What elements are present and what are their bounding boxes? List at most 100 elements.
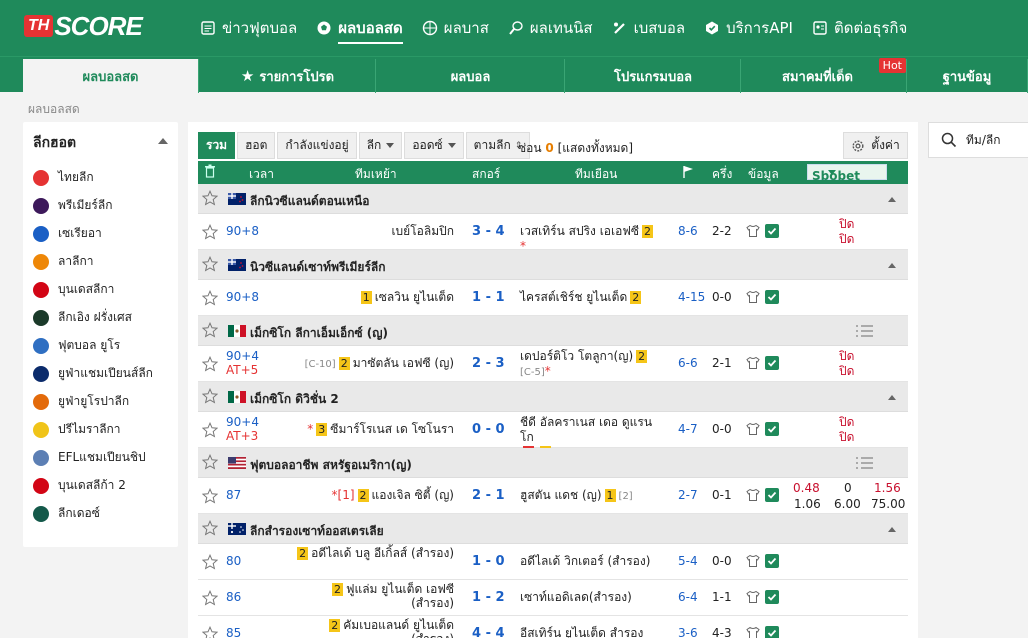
collapse-caret-icon[interactable] xyxy=(888,263,896,268)
league-name[interactable]: เม็กซิโก ลีกาเอ็มเอ็กซ์ (ญ) xyxy=(250,324,388,343)
sidebar-league-item[interactable]: ยูฟ่ายูโรปาลีก xyxy=(33,392,129,411)
home-team[interactable]: *[1] 2 แองเจิล ซิตี้ (ญ) xyxy=(332,488,454,502)
match-row[interactable]: 90+4 AT+3 * 3 ซีมาร์โรเนส เด โซโนรา 0 - 0 ชีดี… xyxy=(198,412,908,459)
league-name[interactable]: ฟุตบอลอาชีพ สหรัฐอเมริกา(ญ) xyxy=(250,456,412,475)
nav-item-4[interactable]: เบสบอล xyxy=(612,0,685,56)
search-box[interactable]: ทีม/ลีก xyxy=(928,122,1028,158)
favorite-star-icon[interactable] xyxy=(201,553,219,570)
favorite-star-icon[interactable] xyxy=(201,519,219,536)
subnav-item-3[interactable]: โปรแกรมบอล xyxy=(566,59,741,93)
away-team[interactable]: ฮูสตัน แดช (ญ) 1 [2] xyxy=(520,488,633,504)
lineup-shirt-icon[interactable] xyxy=(746,590,760,604)
filter-tab-4[interactable]: ออดซ์ xyxy=(404,132,464,159)
favorite-star-icon[interactable] xyxy=(201,487,219,504)
collapse-caret-icon[interactable] xyxy=(888,395,896,400)
match-row[interactable]: 85 2คัมเบอแลนด์ ยูไนเต็ด (สำรอง) 4 - 4 อีสเ… xyxy=(198,616,908,638)
home-team[interactable]: เบย์โอลิมปิก xyxy=(391,224,454,238)
favorite-star-icon[interactable] xyxy=(201,255,219,272)
subnav-item-0[interactable]: ผลบอลสด xyxy=(23,59,199,93)
sidebar-league-item[interactable]: บุนเดสลีกา xyxy=(33,280,114,299)
favorite-star-icon[interactable] xyxy=(201,321,219,338)
lineup-shirt-icon[interactable] xyxy=(746,356,760,370)
filter-tab-2[interactable]: กำลังแข่งอยู่ xyxy=(277,132,357,159)
nav-item-1[interactable]: ผลบอลสด xyxy=(316,0,403,56)
league-name[interactable]: เม็กซิโก ดิวิชั่น 2 xyxy=(250,390,339,409)
match-row[interactable]: 90+4 AT+5 [C-10] 2 มาซัตลัน เอฟซี (ญ) 2 - 3 เด… xyxy=(198,346,908,382)
away-team[interactable]: อีสเทิร์น ยูไนเต็ด สำรอง1 xyxy=(520,626,660,638)
home-team[interactable]: 1 เซลวิน ยูไนเต็ด xyxy=(358,290,454,304)
away-team[interactable]: เดปอร์ติโว โตลูกา(ญ) 2 [C-5]* xyxy=(520,349,650,380)
home-team[interactable]: 2 อดีไลเด้ บลู อีเกิ้ลส์ (สำรอง) xyxy=(294,546,454,560)
nav-item-6[interactable]: ติดต่อธุรกิจ xyxy=(812,0,907,56)
favorite-star-icon[interactable] xyxy=(201,289,219,306)
settings-button[interactable]: ตั้งค่า xyxy=(843,132,908,159)
odds-value[interactable]: 0 xyxy=(844,481,852,495)
sidebar-league-item[interactable]: เซเรียอา xyxy=(33,224,102,243)
favorite-star-icon[interactable] xyxy=(201,223,219,240)
home-team[interactable]: [C-10] 2 มาซัตลัน เอฟซี (ญ) xyxy=(305,356,454,372)
favorite-star-icon[interactable] xyxy=(201,189,219,206)
sidebar-league-item[interactable]: บุนเดสลีก้า 2 xyxy=(33,476,126,495)
subnav-item-4[interactable]: สมาคมที่เด็ด Hot xyxy=(729,58,907,93)
lineup-shirt-icon[interactable] xyxy=(746,488,760,502)
stats-check-icon[interactable] xyxy=(765,626,779,638)
favorite-star-icon[interactable] xyxy=(201,421,219,438)
standings-list-icon[interactable] xyxy=(854,454,874,472)
sidebar-league-item[interactable]: ยูฟ่าแชมเปียนส์ลีก xyxy=(33,364,153,383)
match-score[interactable]: 1 - 0 xyxy=(472,554,505,569)
away-team[interactable]: เซาท์แอดิเลด(สำรอง) xyxy=(520,590,632,605)
away-team[interactable]: อดีไลเด้ วิกเตอร์ (สำรอง) xyxy=(520,554,650,569)
home-team[interactable]: * 3 ซีมาร์โรเนส เด โซโนรา xyxy=(307,422,454,436)
stats-check-icon[interactable] xyxy=(765,554,779,568)
favorite-star-icon[interactable] xyxy=(201,625,219,638)
sidebar-league-item[interactable]: EFLแชมเปียนชิป xyxy=(33,448,146,467)
nav-item-2[interactable]: ผลบาส xyxy=(422,0,489,56)
stats-check-icon[interactable] xyxy=(765,290,779,304)
sidebar-league-item[interactable]: ลีกเอิง ฝรั่งเศส xyxy=(33,308,132,327)
stats-check-icon[interactable] xyxy=(765,488,779,502)
sidebar-league-item[interactable]: ปรีไมราลีกา xyxy=(33,420,121,439)
odds-value[interactable]: 75.00 xyxy=(871,497,905,511)
match-row[interactable]: 80 2 อดีไลเด้ บลู อีเกิ้ลส์ (สำรอง) 1 - 0 อด… xyxy=(198,544,908,580)
odds-value[interactable]: 1.56 xyxy=(874,481,901,495)
collapse-caret-icon[interactable] xyxy=(888,527,896,532)
filter-tab-0[interactable]: รวม xyxy=(198,132,236,159)
league-name[interactable]: ลีกนิวซีแลนด์ตอนเหนือ xyxy=(250,192,369,211)
stats-check-icon[interactable] xyxy=(765,590,779,604)
favorite-star-icon[interactable] xyxy=(201,355,219,372)
odds-value[interactable]: 1.06 xyxy=(794,497,821,511)
home-team[interactable]: 2คัมเบอแลนด์ ยูไนเต็ด (สำรอง) xyxy=(284,618,454,638)
lineup-shirt-icon[interactable] xyxy=(746,626,760,638)
stats-check-icon[interactable] xyxy=(765,356,779,370)
sidebar-league-item[interactable]: ฟุตบอล ยูโร xyxy=(33,336,120,355)
sidebar-league-item[interactable]: ลีกเดอซ์ xyxy=(33,504,100,523)
favorite-star-icon[interactable] xyxy=(201,589,219,606)
subnav-item-5[interactable]: ฐานข้อมู xyxy=(907,59,1028,93)
stats-check-icon[interactable] xyxy=(765,422,779,436)
collapse-caret-icon[interactable] xyxy=(158,138,168,144)
favorite-star-icon[interactable] xyxy=(201,453,219,470)
odds-value[interactable]: 0.48 xyxy=(793,481,820,495)
match-score[interactable]: 0 - 0 xyxy=(472,422,505,437)
sidebar-league-item[interactable]: ไทยลีก xyxy=(33,168,94,187)
nav-item-0[interactable]: ข่าวฟุตบอล xyxy=(200,0,297,56)
subnav-item-2[interactable]: ผลบอล xyxy=(377,59,565,93)
nav-item-3[interactable]: ผลเทนนิส xyxy=(508,0,593,56)
away-team[interactable]: ไครสต์เชิร์ช ยูไนเต็ด 2 xyxy=(520,290,644,305)
show-all-link[interactable]: [แสดงทั้งหมด] xyxy=(558,141,633,155)
lineup-shirt-icon[interactable] xyxy=(746,554,760,568)
filter-tab-3[interactable]: ลีก xyxy=(358,132,403,159)
match-score[interactable]: 1 - 2 xyxy=(472,590,505,605)
nav-item-5[interactable]: บริการAPI xyxy=(704,0,793,56)
lineup-shirt-icon[interactable] xyxy=(746,224,760,238)
league-name[interactable]: นิวซีแลนด์เซาท์พรีเมียร์ลีก xyxy=(250,258,386,277)
favorite-star-icon[interactable] xyxy=(201,387,219,404)
match-row[interactable]: 90+8 เบย์โอลิมปิก 3 - 4 เวสเทิร์น สปริง เอเ… xyxy=(198,214,908,253)
subnav-item-1[interactable]: ★ รายการโปรด xyxy=(200,59,376,93)
collapse-caret-icon[interactable] xyxy=(888,197,896,202)
match-row[interactable]: 90+8 1 เซลวิน ยูไนเต็ด 1 - 1 ไครสต์เชิร์ช ยู… xyxy=(198,280,908,316)
match-score[interactable]: 1 - 1 xyxy=(472,290,505,305)
match-score[interactable]: 2 - 3 xyxy=(472,356,505,371)
site-logo[interactable]: TH SCORE xyxy=(24,11,178,41)
home-team[interactable]: 2 ฟูแล่ม ยูไนเต็ด เอฟซี (สำรอง) xyxy=(284,582,454,610)
